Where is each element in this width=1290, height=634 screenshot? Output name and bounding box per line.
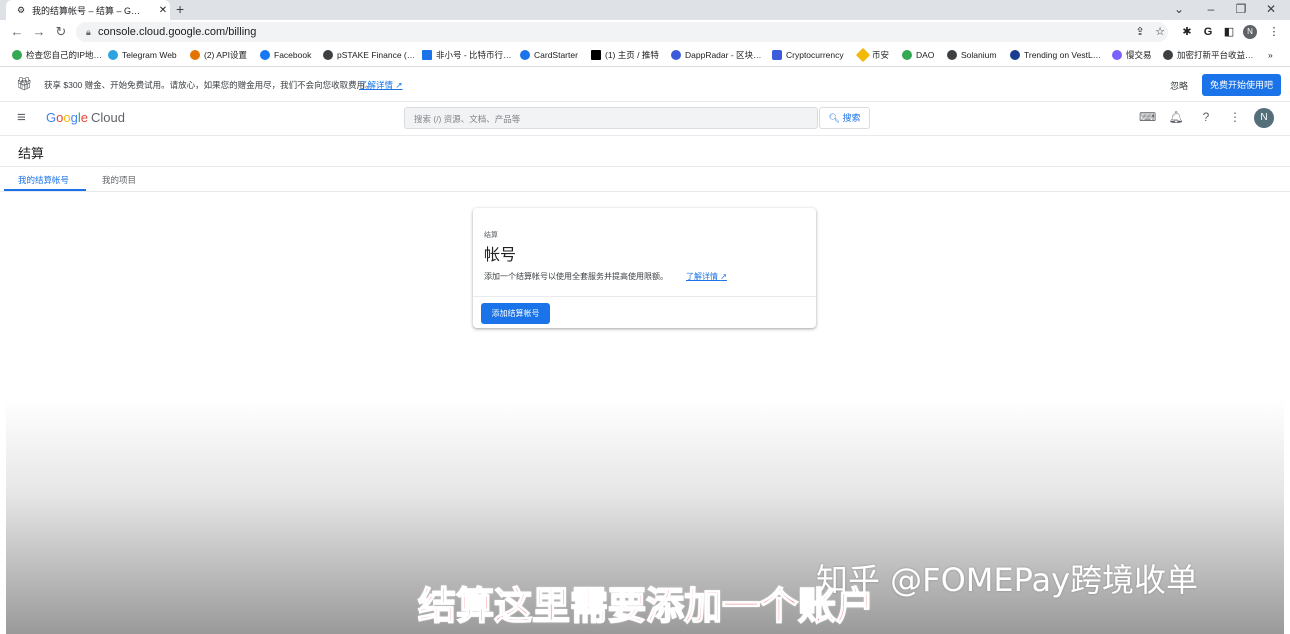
bookmark-item[interactable]: (2) API设置: [190, 47, 247, 63]
bookmark-favicon-icon: [1112, 50, 1122, 60]
card-title: 帐号: [484, 247, 517, 264]
grammar-extension-icon[interactable]: G: [1199, 22, 1217, 42]
settings-favicon-icon: ⚙: [16, 5, 26, 15]
external-link-icon: ↗: [720, 272, 727, 281]
bookmark-item[interactable]: DappRadar - 区块…: [671, 47, 762, 63]
browser-tab[interactable]: ⚙ 我的结算帐号 – 结算 – G… ✕: [6, 0, 170, 20]
browser-profile-avatar[interactable]: N: [1243, 25, 1257, 39]
facebook-icon: [260, 50, 270, 60]
add-billing-account-button[interactable]: 添加结算帐号: [481, 303, 550, 324]
x-twitter-icon: [591, 50, 601, 60]
bookmark-item[interactable]: Cryptocurrency: [772, 47, 844, 63]
tab-my-billing-accounts[interactable]: 我的结算帐号: [18, 174, 69, 186]
bookmark-item[interactable]: Facebook: [260, 47, 311, 63]
bookmark-favicon-icon: [947, 50, 957, 60]
search-button[interactable]: 🔍︎ 搜索: [819, 107, 870, 129]
bookmark-item[interactable]: Trending on VestL…: [1010, 47, 1101, 63]
bookmark-item[interactable]: Solanium: [947, 47, 996, 63]
url-text[interactable]: console.cloud.google.com/billing: [98, 22, 256, 42]
bookmark-item[interactable]: 币安: [855, 47, 889, 63]
video-subtitle: 结算这里需要添加一个账户: [417, 583, 875, 629]
avatar[interactable]: N: [1254, 108, 1274, 128]
close-tab-icon[interactable]: ✕: [156, 5, 170, 16]
bookmark-favicon-icon: [323, 50, 333, 60]
bookmark-item[interactable]: 检查您自己的IP地…: [12, 47, 102, 63]
side-panel-icon[interactable]: ◧: [1220, 22, 1238, 42]
notifications-bell-icon[interactable]: 🔔︎: [1168, 110, 1184, 124]
bookmark-star-icon[interactable]: ☆: [1151, 22, 1169, 42]
bookmark-favicon-icon: [671, 50, 681, 60]
bookmark-item[interactable]: 加密打新平台收益…: [1163, 47, 1254, 63]
bookmark-item[interactable]: (1) 主页 / 推特: [591, 47, 659, 63]
cloud-shell-icon[interactable]: ⌨: [1139, 110, 1156, 124]
forward-arrow-icon[interactable]: →: [30, 22, 48, 42]
bookmark-item[interactable]: CardStarter: [520, 47, 578, 63]
promo-text: 获享 $300 赠金、开始免费试用。请放心，如果您的赠金用尽，我们不会向您收取费…: [44, 80, 374, 90]
telegram-icon: [108, 50, 118, 60]
dismiss-button[interactable]: 忽略: [1170, 79, 1188, 92]
bookmark-item[interactable]: pSTAKE Finance (…: [323, 47, 415, 63]
free-trial-button[interactable]: 免费开始使用吧: [1202, 74, 1281, 96]
bookmark-item[interactable]: 非小号 - 比特币行…: [422, 47, 512, 63]
bookmark-favicon-icon: [190, 50, 200, 60]
bookmark-item[interactable]: DAO: [902, 47, 934, 63]
more-options-icon[interactable]: ⋮: [1227, 110, 1243, 124]
new-tab-icon[interactable]: +: [176, 0, 184, 20]
external-link-icon: ↗: [395, 80, 403, 90]
extensions-icon[interactable]: ✱: [1178, 22, 1196, 42]
tab-search-chevron-icon[interactable]: ⌄: [1168, 0, 1190, 20]
card-description: 添加一个结算帐号以使用全套服务并提高使用限额。: [484, 272, 668, 281]
bookmark-favicon-icon: [422, 50, 432, 60]
promo-learn-more-link[interactable]: 了解详情 ↗: [359, 79, 403, 91]
card-learn-more-link[interactable]: 了解详情 ↗: [686, 271, 727, 282]
binance-icon: [855, 47, 871, 63]
lock-icon[interactable]: 🔒︎: [86, 22, 91, 42]
minimize-icon[interactable]: –: [1200, 0, 1222, 20]
tab-my-projects[interactable]: 我的项目: [102, 174, 136, 186]
hamburger-menu-icon[interactable]: ≡: [17, 109, 26, 126]
bookmark-favicon-icon: [1163, 50, 1173, 60]
google-cloud-logo[interactable]: Google Cloud: [46, 110, 125, 125]
page-title: 结算: [18, 146, 45, 161]
gift-icon: 🎁︎: [16, 76, 33, 91]
video-edge: [0, 400, 6, 634]
reload-icon[interactable]: ↻: [52, 22, 70, 42]
divider: [0, 166, 1290, 167]
search-placeholder: 搜索 (/) 资源、文档、产品等: [414, 114, 521, 124]
more-bookmarks-icon[interactable]: »: [1268, 47, 1273, 63]
divider: [0, 191, 1290, 192]
close-window-icon[interactable]: ✕: [1260, 0, 1282, 20]
bookmark-favicon-icon: [12, 50, 22, 60]
bookmark-favicon-icon: [902, 50, 912, 60]
search-icon: 🔍︎: [828, 113, 840, 123]
share-icon[interactable]: ⇪: [1131, 22, 1149, 42]
browser-tab-strip: [0, 0, 1290, 20]
bookmark-item[interactable]: 慢交易: [1112, 47, 1152, 63]
card-eyebrow: 结算: [484, 232, 498, 239]
browser-menu-icon[interactable]: ⋮: [1265, 22, 1283, 42]
divider: [473, 296, 816, 297]
bookmark-favicon-icon: [772, 50, 782, 60]
bookmark-item[interactable]: Telegram Web: [108, 47, 177, 63]
video-edge: [1284, 400, 1290, 634]
help-icon[interactable]: ?: [1198, 110, 1214, 124]
bookmark-favicon-icon: [1010, 50, 1020, 60]
bookmark-favicon-icon: [520, 50, 530, 60]
restore-icon[interactable]: ❐: [1230, 0, 1252, 20]
back-arrow-icon[interactable]: ←: [8, 22, 26, 42]
browser-tab-title: 我的结算帐号 – 结算 – G…: [32, 5, 141, 16]
